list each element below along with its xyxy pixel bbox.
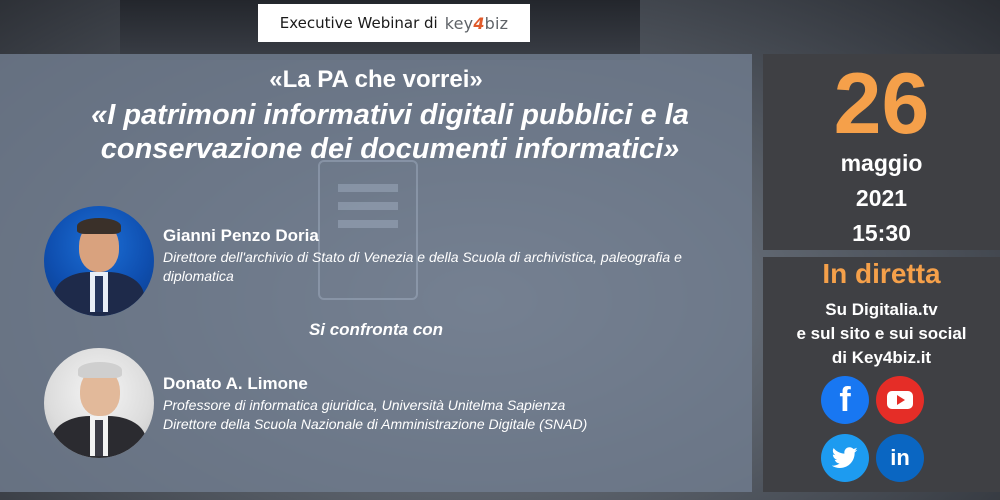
speaker-role: Direttore dell'archivio di Stato di Vene… <box>163 249 682 284</box>
live-line: Su Digitalia.tv <box>825 300 938 319</box>
twitter-icon[interactable] <box>821 434 869 482</box>
versus-label: Si confronta con <box>308 320 444 339</box>
event-time: 15:30 <box>852 220 911 246</box>
event-year: 2021 <box>855 185 908 211</box>
badge-label: Executive Webinar di <box>279 14 438 32</box>
event-month: maggio <box>840 150 923 176</box>
webinar-title: «I patrimoni informativi digitali pubbli… <box>91 99 689 165</box>
key4biz-logo: key4biz <box>444 13 509 33</box>
event-day: 26 <box>833 56 930 152</box>
speaker-role: Professore di informatica giuridica, Uni… <box>163 396 723 434</box>
avatar-donato-limone <box>44 348 154 458</box>
webinar-badge: Executive Webinar di key4biz <box>258 4 530 42</box>
series-title: «La PA che vorrei» <box>269 66 483 93</box>
youtube-icon[interactable] <box>876 376 924 424</box>
live-line: e sul sito e sui social <box>796 324 967 343</box>
speaker-name: Donato A. Limone <box>163 374 308 393</box>
speaker-role-line: Direttore della Scuola Nazionale di Ammi… <box>163 416 588 432</box>
facebook-icon[interactable]: f <box>821 376 869 424</box>
speaker-role-line: Professore di informatica giuridica, Uni… <box>163 397 566 413</box>
live-title: In diretta <box>822 258 941 289</box>
live-line: di Key4biz.it <box>831 348 932 367</box>
linkedin-icon[interactable]: in <box>876 434 924 482</box>
avatar-gianni-penzo-doria <box>44 206 154 316</box>
speaker-name: Gianni Penzo Doria <box>163 226 319 245</box>
